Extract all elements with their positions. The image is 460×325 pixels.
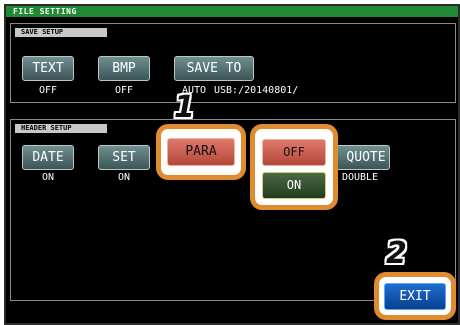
text-button[interactable]: TEXT xyxy=(22,56,74,81)
date-button[interactable]: DATE xyxy=(22,145,74,170)
exit-button[interactable]: EXIT xyxy=(384,283,446,310)
bmp-button[interactable]: BMP xyxy=(98,56,150,81)
on-option-button[interactable]: ON xyxy=(262,172,326,199)
date-value: ON xyxy=(41,172,55,183)
header-setup-label: HEADER SETUP xyxy=(15,124,107,133)
title-bar: FILE SETTING xyxy=(6,6,458,17)
callout-number-2: 2 xyxy=(386,236,407,271)
callout-number-1: 1 xyxy=(174,90,195,125)
save-path: USB:/20140801/ xyxy=(214,85,299,96)
set-button[interactable]: SET xyxy=(98,145,150,170)
para-button[interactable]: PARA xyxy=(167,138,235,166)
off-option-button[interactable]: OFF xyxy=(262,139,326,166)
text-value: OFF xyxy=(38,85,58,96)
quote-value: DOUBLE xyxy=(341,172,379,183)
save-setup-label: SAVE SETUP xyxy=(15,28,107,37)
bmp-value: OFF xyxy=(114,85,134,96)
save-to-button[interactable]: SAVE TO xyxy=(174,56,254,81)
set-value: ON xyxy=(117,172,131,183)
window-title: FILE SETTING xyxy=(13,7,77,16)
